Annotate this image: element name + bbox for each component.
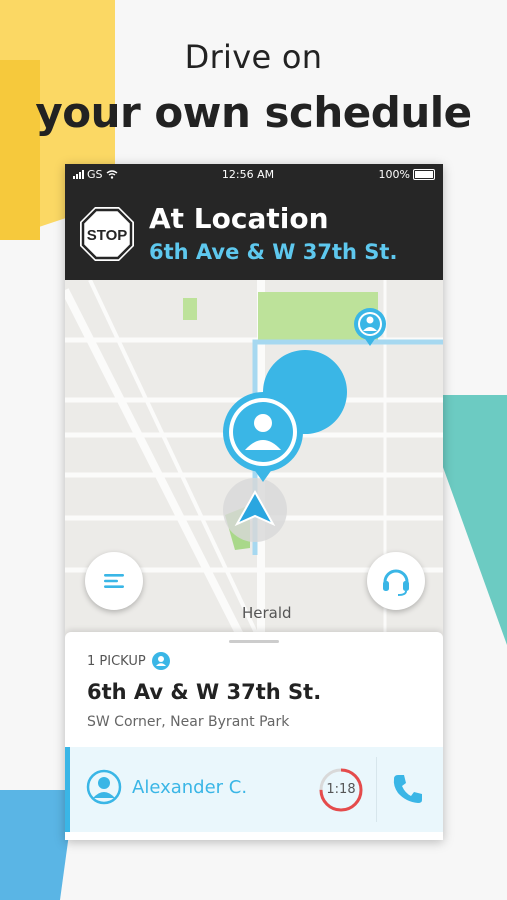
- pickup-card[interactable]: 1 PICKUP 6th Av & W 37th St. SW Corner, …: [65, 632, 443, 840]
- headset-icon: [383, 569, 409, 596]
- signal-icon: [73, 169, 84, 179]
- timer-text: 1:18: [326, 782, 356, 797]
- stop-sign-icon: STOP: [80, 207, 134, 261]
- headline-line-1: Drive on: [184, 38, 323, 76]
- status-bar: GS 12:56 AM 100%: [65, 164, 443, 184]
- support-button[interactable]: [367, 552, 425, 610]
- header-title: At Location: [149, 202, 329, 235]
- map-place-label: Herald: [242, 604, 292, 622]
- status-header: STOP At Location 6th Ave & W 37th St.: [65, 184, 443, 280]
- phone-icon: [393, 775, 422, 803]
- clock: 12:56 AM: [221, 167, 275, 181]
- decor-blue-shape: [0, 790, 75, 900]
- passenger-row[interactable]: Alexander C. 1:18: [65, 747, 443, 832]
- menu-icon: [104, 574, 124, 588]
- pickup-address-detail: SW Corner, Near Byrant Park: [87, 714, 290, 730]
- stop-sign-text: STOP: [87, 227, 128, 244]
- pickup-address: 6th Av & W 37th St.: [87, 680, 322, 704]
- passenger-icon: [151, 652, 170, 670]
- passenger-name: Alexander C.: [132, 777, 248, 798]
- pickup-count-label: 1 PICKUP: [87, 653, 146, 669]
- pickup-count-row: 1 PICKUP: [87, 652, 170, 670]
- wifi-icon: [106, 169, 117, 179]
- call-button[interactable]: [388, 769, 428, 809]
- carrier-label: GS: [87, 167, 103, 181]
- header-subtitle: 6th Ave & W 37th St.: [149, 240, 398, 264]
- headline-line-2: your own schedule: [35, 88, 472, 137]
- divider: [376, 757, 377, 822]
- drag-handle[interactable]: [229, 640, 279, 643]
- avatar-icon: [86, 769, 122, 805]
- battery-icon: [413, 168, 435, 180]
- battery-percent: 100%: [378, 167, 410, 181]
- menu-button[interactable]: [85, 552, 143, 610]
- phone-screen: GS 12:56 AM 100% STOP At Location 6th Av…: [65, 164, 443, 840]
